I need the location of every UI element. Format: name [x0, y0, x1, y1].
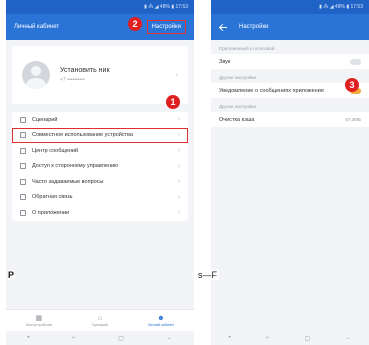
clear-cache-row[interactable]: Очистка кэша 67,3МБ [211, 112, 369, 127]
status-bar: ▮ ⁂ ◢ 48% ▮ 17:53 [6, 0, 194, 14]
settings-button[interactable]: Настройки [146, 20, 186, 34]
cache-size: 67,3МБ [345, 117, 361, 122]
menu-item-label: Сценарий [32, 116, 58, 123]
dot-icon[interactable]: • [229, 335, 231, 341]
chevron-right-icon: › [177, 116, 180, 124]
chevron-right-icon: › [177, 209, 180, 217]
chevron-right-icon: › [177, 193, 180, 201]
menu-item-faq[interactable]: Часто задаваемые вопросы › [12, 174, 188, 190]
sound-row: Звук [211, 54, 369, 69]
back-arrow-icon[interactable] [219, 23, 227, 31]
share-icon [20, 132, 26, 139]
header-title: Личный кабинет [14, 24, 60, 30]
caption-left: P [8, 270, 15, 280]
avatar[interactable] [22, 61, 50, 89]
grid-icon: ▦ [35, 314, 43, 322]
row-label: Уведомление о сообщениях приложения [219, 87, 324, 94]
menu-item-message-center[interactable]: Центр сообщений › [12, 143, 188, 159]
recent-apps-icon[interactable]: ⌐ [266, 335, 270, 341]
faq-icon [20, 178, 26, 185]
bottom-navigation: ▦ Мои устройства ⌂ Сценарий ☻ Личный каб… [6, 309, 194, 331]
row-label: Звук [219, 58, 231, 65]
about-icon [20, 209, 26, 216]
profile-phone: +7 •••••••••• [60, 77, 85, 83]
menu-item-feedback[interactable]: Обратная связь › [12, 190, 188, 206]
dot-icon[interactable]: • [27, 335, 29, 341]
menu-item-label: Обратная связь [32, 194, 73, 201]
sound-toggle[interactable] [350, 58, 361, 65]
row-label: Очистка кэша [219, 116, 255, 123]
recent-apps-icon[interactable]: ⌐ [72, 335, 76, 341]
chevron-right-icon: › [177, 162, 180, 170]
nav-label: Сценарий [91, 322, 108, 327]
step-badge-2: 2 [128, 17, 142, 31]
third-party-icon [20, 163, 26, 170]
profile-card[interactable]: Установить ник +7 •••••••••• › [12, 46, 188, 104]
step-badge-1: 1 [166, 95, 180, 109]
nav-scenario[interactable]: ⌂ Сценарий [92, 315, 108, 327]
message-icon [20, 147, 26, 154]
nav-label: Мои устройства [25, 322, 52, 327]
profile-name[interactable]: Установить ник [60, 67, 176, 74]
menu-item-third-party[interactable]: Доступ к стороннему управлению › [12, 159, 188, 175]
menu-item-scenario[interactable]: Сценарий › [12, 112, 188, 128]
chevron-right-icon: › [177, 131, 180, 139]
step-badge-3: 3 [345, 78, 359, 92]
nav-my-devices[interactable]: ▦ Мои устройства [26, 315, 52, 327]
nav-personal-account[interactable]: ☻ Личный кабинет [148, 315, 174, 327]
home-button-icon[interactable]: ▢ [118, 335, 124, 342]
home-button-icon[interactable]: ▢ [305, 335, 311, 342]
status-bar: ▮ ⁂ ◢ 48% ▮ 17:53 [211, 0, 369, 14]
system-nav-bar: • ⌐ ▢ ← [211, 331, 369, 345]
menu-item-share-device[interactable]: Совместное использование устройства › [12, 127, 188, 143]
section-header: Приложенный к голосовой [219, 46, 275, 51]
app-header: Настройки [211, 14, 369, 40]
left-phone-screen: ▮ ⁂ ◢ 48% ▮ 17:53 Личный кабинет Настрой… [6, 0, 194, 345]
chevron-right-icon: › [175, 71, 178, 79]
right-phone-screen: ▮ ⁂ ◢ 48% ▮ 17:53 Настройки Приложенный … [211, 0, 369, 345]
nav-label: Личный кабинет [147, 322, 175, 327]
person-icon: ☻ [157, 314, 165, 322]
menu-item-label: Совместное использование устройства [32, 132, 133, 139]
scenario-icon [20, 116, 26, 123]
menu-item-label: О приложении [32, 209, 70, 216]
menu-item-label: Доступ к стороннему управлению [32, 163, 119, 170]
system-nav-bar: • ⌐ ▢ ← [6, 331, 194, 345]
menu-item-label: Часто задаваемые вопросы [32, 178, 104, 185]
caption-right: s—F [196, 270, 219, 280]
back-button-icon[interactable]: ← [167, 335, 173, 341]
menu-list: Сценарий › Совместное использование устр… [12, 112, 188, 221]
back-button-icon[interactable]: ← [345, 335, 351, 341]
chevron-right-icon: › [177, 147, 180, 155]
feedback-icon [20, 194, 26, 201]
menu-item-label: Центр сообщений [32, 147, 79, 154]
home-icon: ⌂ [97, 314, 102, 322]
app-header: Личный кабинет Настройки [6, 14, 194, 40]
chevron-right-icon: › [177, 178, 180, 186]
menu-item-about[interactable]: О приложении › [12, 205, 188, 221]
header-title: Настройки [239, 24, 269, 30]
section-header: Другие настройки [219, 104, 256, 109]
